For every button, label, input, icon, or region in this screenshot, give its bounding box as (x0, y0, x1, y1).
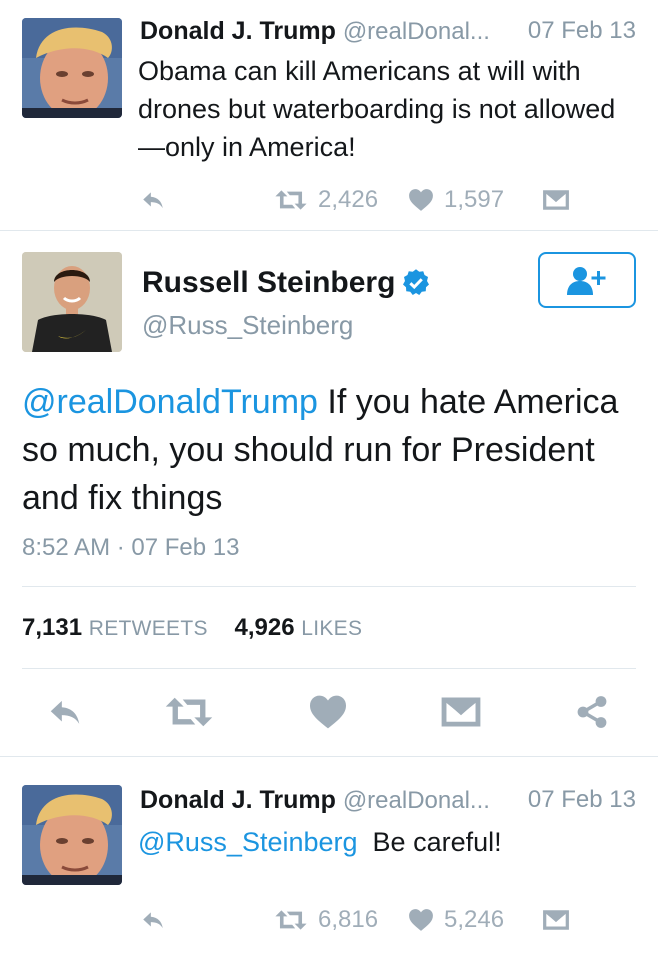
author-name[interactable]: Donald J. Trump (140, 17, 336, 45)
envelope-icon (440, 694, 482, 730)
reply-button[interactable] (140, 180, 166, 220)
tweet-trump-2[interactable]: Donald J. Trump @realDonal... 07 Feb 13 … (0, 757, 658, 960)
divider (0, 230, 658, 231)
like-button[interactable]: 1,597 (408, 180, 504, 220)
author-handle[interactable]: @realDonal... (343, 787, 490, 814)
retweets-stat-count: 7,131 (22, 614, 83, 641)
reply-icon (140, 907, 166, 933)
like-count: 5,246 (444, 906, 505, 933)
mention-link[interactable]: @Russ_Steinberg (138, 827, 358, 857)
retweet-icon (274, 188, 308, 212)
heart-icon (308, 694, 348, 730)
retweet-icon (274, 908, 308, 932)
retweet-count: 6,816 (318, 906, 379, 933)
heart-icon (408, 188, 434, 212)
divider (22, 668, 636, 669)
avatar-russell[interactable] (22, 252, 122, 352)
expanded-actions (0, 690, 658, 734)
follow-user-plus-icon (567, 267, 606, 295)
reply-button[interactable] (46, 690, 84, 734)
retweets-stat[interactable]: 7,131 RETWEETS (22, 614, 208, 641)
expanded-author-name[interactable]: Russell Steinberg (142, 266, 431, 300)
avatar-trump[interactable] (22, 785, 122, 885)
envelope-icon (542, 908, 570, 932)
retweet-button[interactable] (164, 690, 214, 734)
mention-link[interactable]: @realDonaldTrump (22, 383, 318, 421)
tweet-time: 07 Feb 13 (527, 17, 636, 44)
like-button[interactable] (308, 690, 348, 734)
dm-button[interactable] (542, 180, 570, 220)
tweet-body: Be careful! (372, 827, 502, 857)
tweet-text: @Russ_Steinberg Be careful! (138, 823, 638, 861)
retweet-button[interactable]: 6,816 (274, 900, 378, 940)
divider (22, 586, 636, 587)
retweet-count: 2,426 (318, 186, 379, 213)
likes-stat[interactable]: 4,926 LIKES (234, 614, 362, 641)
author-handle[interactable]: @realDonal... (343, 18, 490, 45)
expanded-tweet-text: @realDonaldTrump If you hate America so … (22, 378, 642, 522)
follow-button[interactable] (538, 252, 636, 308)
tweet-time: 07 Feb 13 (527, 786, 636, 813)
share-icon (574, 694, 610, 730)
expanded-timestamp: 8:52 AM · 07 Feb 13 (22, 534, 240, 561)
likes-stat-label: LIKES (301, 617, 363, 640)
dm-button[interactable] (440, 690, 482, 734)
tweet-header: Donald J. Trump @realDonal... (140, 785, 490, 816)
retweets-stat-label: RETWEETS (88, 617, 208, 640)
tweet-trump-1[interactable]: Donald J. Trump @realDonal... 07 Feb 13 … (0, 0, 658, 230)
reply-icon (140, 187, 166, 213)
expanded-author-name-text: Russell Steinberg (142, 266, 396, 299)
engagement-stats: 7,131 RETWEETS 4,926 LIKES (22, 614, 362, 642)
tweet-actions: 6,816 5,246 (0, 900, 658, 940)
envelope-icon (542, 188, 570, 212)
reply-icon (46, 693, 84, 731)
expanded-author-handle[interactable]: @Russ_Steinberg (142, 310, 353, 341)
tweet-header: Donald J. Trump @realDonal... (140, 16, 490, 47)
dm-button[interactable] (542, 900, 570, 940)
retweet-icon (164, 694, 214, 730)
reply-button[interactable] (140, 900, 166, 940)
avatar-trump[interactable] (22, 18, 122, 118)
tweet-text: Obama can kill Americans at will with dr… (138, 56, 616, 162)
share-button[interactable] (574, 690, 610, 734)
verified-badge-icon (403, 269, 430, 295)
retweet-button[interactable]: 2,426 (274, 180, 378, 220)
like-button[interactable]: 5,246 (408, 900, 504, 940)
like-count: 1,597 (444, 186, 505, 213)
author-name[interactable]: Donald J. Trump (140, 786, 336, 814)
likes-stat-count: 4,926 (234, 614, 295, 641)
heart-icon (408, 908, 434, 932)
tweet-actions: 2,426 1,597 (0, 180, 658, 220)
